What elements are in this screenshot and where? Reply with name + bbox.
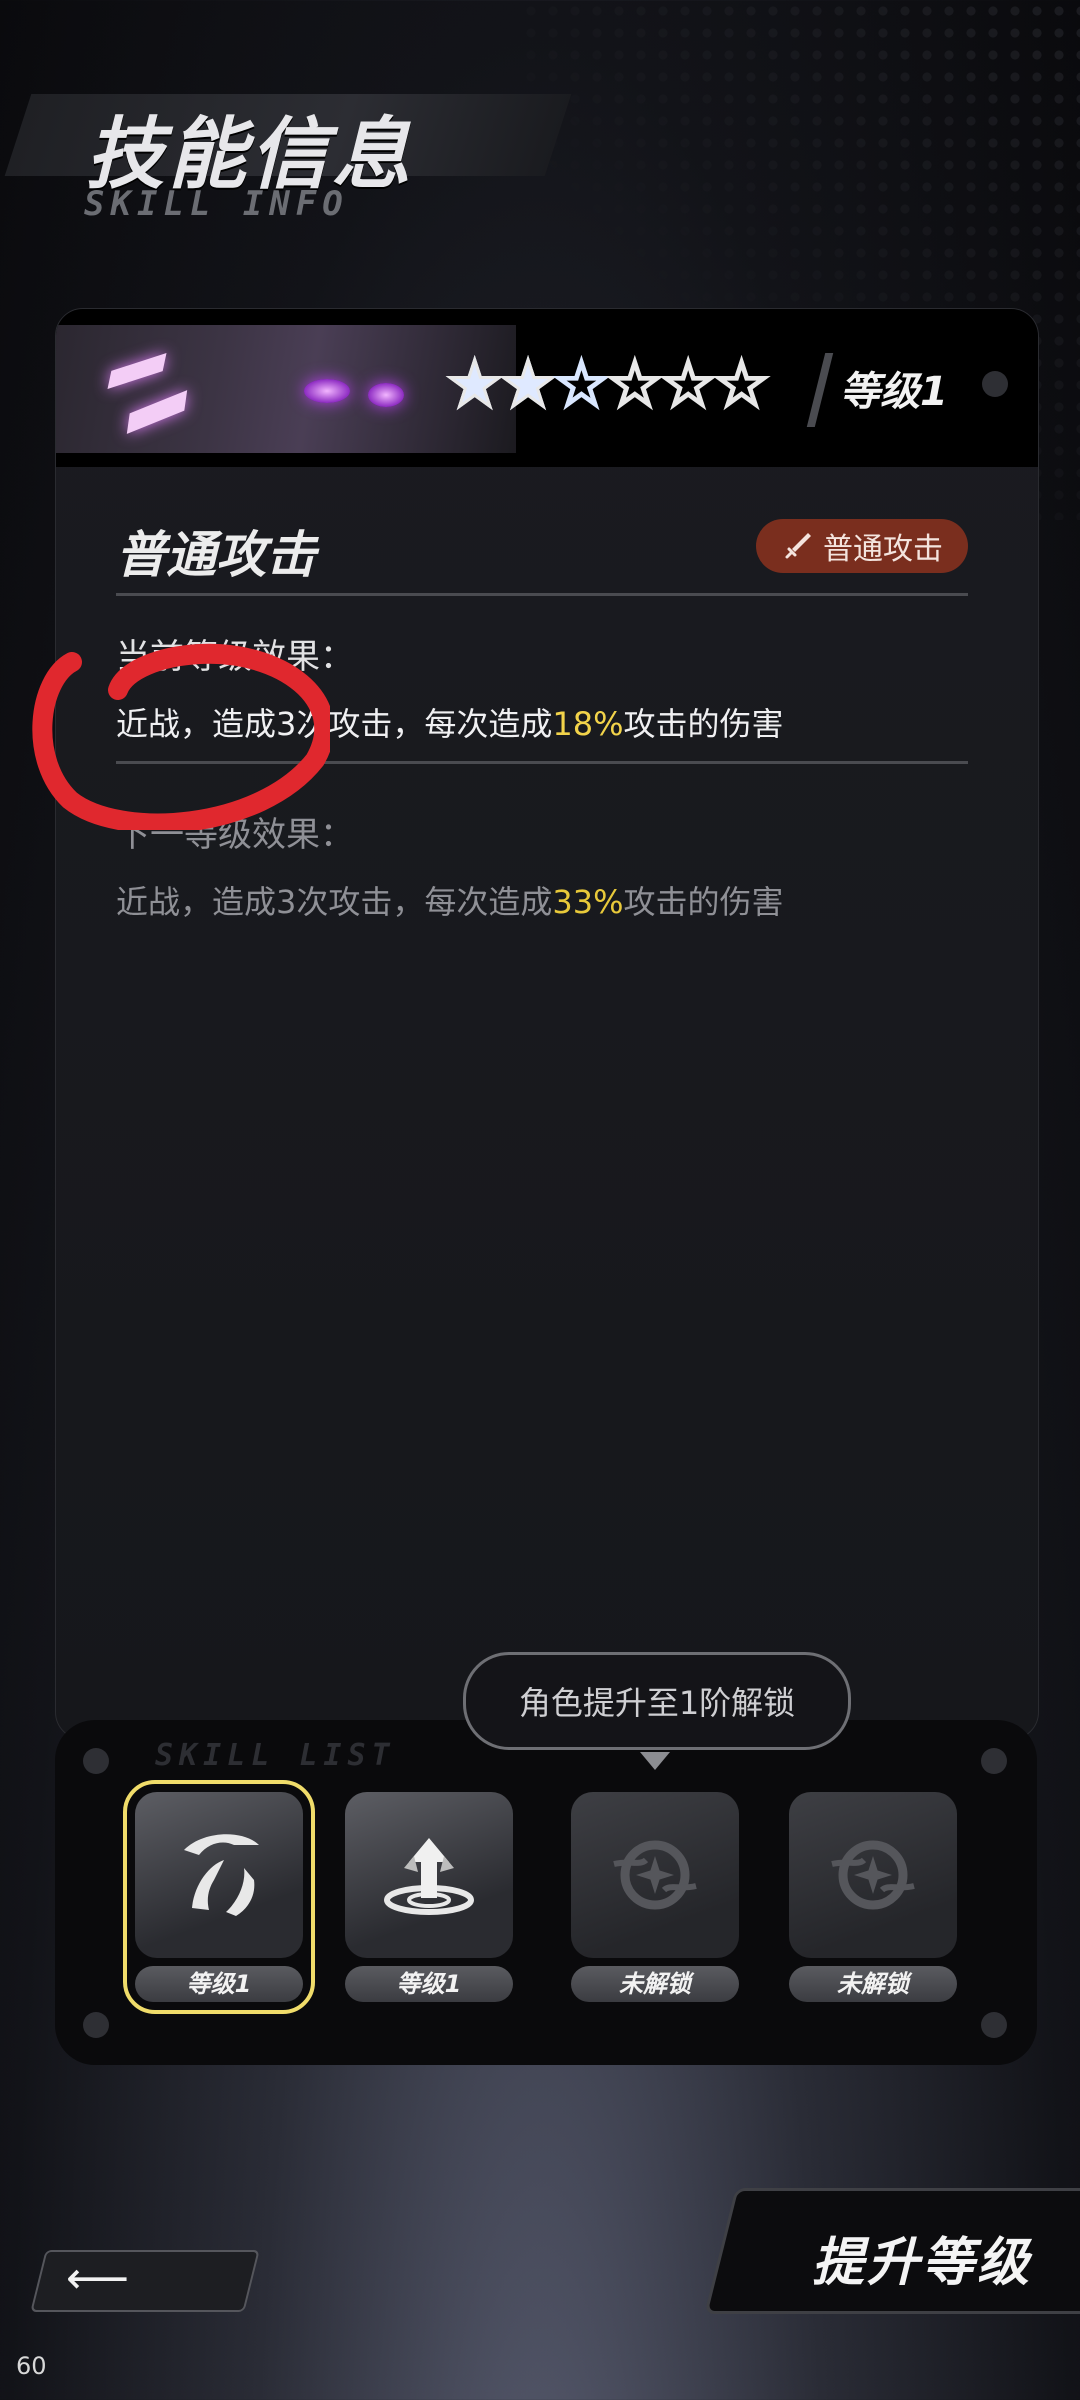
skill-slot-4[interactable]: 未解锁 [789,1792,957,2002]
sword-icon [785,533,811,559]
claw-slash-icon [184,1834,259,1916]
fps-counter: 60 [16,2352,47,2380]
crystal-shard [126,390,188,434]
power-up-arrow-icon [384,1838,474,1915]
locked-emblem-icon [613,1840,697,1910]
skill-tile [571,1792,739,1958]
skill-tile [789,1792,957,1958]
skill-slot-caption: 未解锁 [571,1966,739,2002]
arrow-left-icon[interactable]: ⟵ [66,2257,129,2301]
level-divider [806,353,834,427]
star-half-icon: ☆ [551,348,611,422]
locked-emblem-icon [831,1840,915,1910]
tray-rivet [981,2012,1007,2038]
back-button[interactable] [30,2250,260,2312]
skill-name: 普通攻击 [116,526,316,584]
skill-slot-1[interactable]: 等级1 [123,1780,315,2014]
skill-tile [345,1792,513,1958]
skill-slot-3[interactable]: 未解锁 [571,1792,739,2002]
crystal-shard [107,353,167,389]
divider [116,593,968,596]
tray-rivet [83,2012,109,2038]
tray-label: SKILL LIST [155,1738,396,1773]
level-label: 等级1 [840,369,948,415]
skill-type-label: 普通攻击 [823,532,943,567]
skill-slot-caption: 未解锁 [789,1966,957,2002]
star-filled-icon: ★ [498,348,558,422]
star-empty-icon: ☆ [711,348,771,422]
desc-text: 攻击的伤害 [623,883,784,921]
unlock-hint-pointer [640,1752,670,1770]
panel-rivet [982,371,1008,397]
skill-tray: SKILL LIST 等级1 等级1 未解锁 未解锁 [55,1720,1037,2065]
next-effect-desc: 近战，造成3次攻击，每次造成33%攻击的伤害 [116,877,784,923]
upgrade-level-label[interactable]: 提升等级 [812,2220,1032,2295]
skill-slot-2[interactable]: 等级1 [345,1792,513,2002]
desc-value: 18% [552,705,624,743]
star-rating: ★ ★ ☆ ☆ ☆ ☆ [444,348,771,422]
star-empty-icon: ☆ [605,348,665,422]
character-eye [368,383,404,407]
panel-header: ★ ★ ☆ ☆ ☆ ☆ 等级1 [56,309,1038,467]
skill-detail-panel: ★ ★ ☆ ☆ ☆ ☆ 等级1 普通攻击 普通攻击 当前等级效果： 近战，造成3… [55,308,1039,1740]
red-annotation-circle [32,643,330,830]
page-subtitle: SKILL INFO [84,184,349,224]
star-filled-icon: ★ [444,348,504,422]
desc-text: 攻击的伤害 [623,705,784,743]
tray-rivet [981,1748,1007,1774]
skill-slot-caption: 等级1 [345,1966,513,2002]
page-header: 技能信息 SKILL INFO [0,80,600,240]
desc-text: 近战，造成3次攻击，每次造成 [116,883,553,921]
star-empty-icon: ☆ [658,348,718,422]
skill-slot-caption: 等级1 [135,1966,303,2002]
tray-rivet [83,1748,109,1774]
unlock-hint-bubble: 角色提升至1阶解锁 [463,1652,851,1750]
character-eye [304,379,350,403]
skill-tile [135,1792,303,1958]
skill-type-badge: 普通攻击 [756,519,968,573]
desc-value: 33% [552,883,624,921]
